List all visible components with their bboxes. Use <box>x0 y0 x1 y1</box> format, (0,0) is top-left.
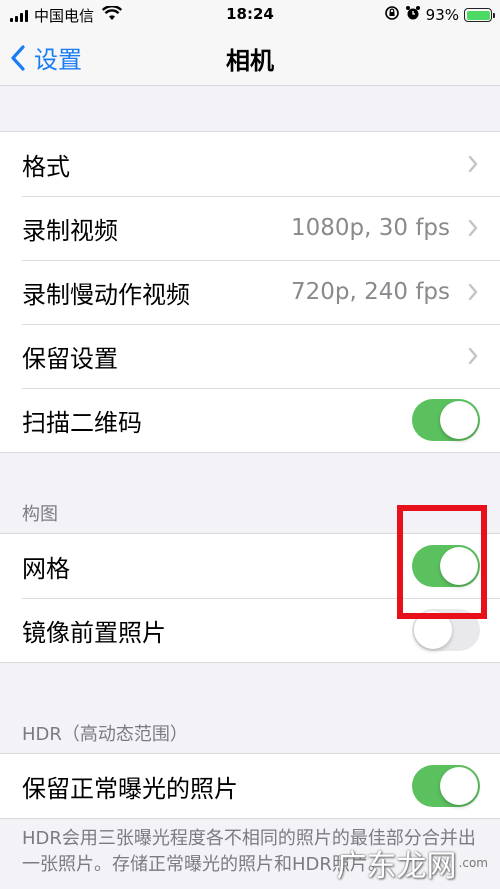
chevron-right-icon <box>468 219 478 237</box>
scan-qr-toggle[interactable] <box>412 399 480 441</box>
watermark-sub: .com <box>458 856 488 870</box>
highlight-box <box>397 505 487 619</box>
format-label: 格式 <box>22 152 70 181</box>
battery-icon <box>464 8 495 22</box>
watermark-text: 广东龙网 <box>336 849 457 884</box>
grid-label: 网格 <box>22 554 70 583</box>
keep-normal-row: 保留正常曝光的照片 <box>0 754 500 818</box>
keep-normal-label: 保留正常曝光的照片 <box>22 774 238 803</box>
settings-group-main: 格式 录制视频 1080p, 30 fps 录制慢动作视频 720p, 240 … <box>0 131 500 453</box>
scan-qr-row: 扫描二维码 <box>0 388 500 452</box>
settings-group-hdr: 保留正常曝光的照片 <box>0 753 500 819</box>
record-video-value: 1080p, 30 fps <box>290 215 450 241</box>
record-slomo-label: 录制慢动作视频 <box>22 280 190 309</box>
keep-normal-toggle[interactable] <box>412 765 480 807</box>
preserve-settings-row[interactable]: 保留设置 <box>0 324 500 388</box>
status-right: 93% <box>384 5 495 25</box>
format-row[interactable]: 格式 <box>0 132 500 196</box>
toggle-knob <box>440 767 478 805</box>
alarm-icon <box>405 5 421 25</box>
record-slomo-value: 720p, 240 fps <box>290 279 450 305</box>
watermark: 广东龙网 .com <box>337 841 488 885</box>
preserve-settings-label: 保留设置 <box>22 344 118 373</box>
chevron-right-icon <box>468 347 478 365</box>
orientation-lock-icon <box>384 5 400 25</box>
battery-percent: 93% <box>425 6 459 24</box>
composition-header: 构图 <box>22 504 58 525</box>
record-slomo-row[interactable]: 录制慢动作视频 720p, 240 fps <box>0 260 500 324</box>
hdr-header: HDR（高动态范围） <box>22 724 188 745</box>
toggle-knob <box>440 401 478 439</box>
scan-qr-label: 扫描二维码 <box>22 408 142 437</box>
mirror-front-label: 镜像前置照片 <box>22 618 166 647</box>
record-video-label: 录制视频 <box>22 216 118 245</box>
record-video-row[interactable]: 录制视频 1080p, 30 fps <box>0 196 500 260</box>
page-title: 相机 <box>226 47 274 75</box>
chevron-right-icon <box>468 155 478 173</box>
navigation-bar: 设置 相机 <box>0 30 500 86</box>
status-bar: 中国电信 18:24 93% <box>0 0 500 30</box>
chevron-right-icon <box>468 283 478 301</box>
